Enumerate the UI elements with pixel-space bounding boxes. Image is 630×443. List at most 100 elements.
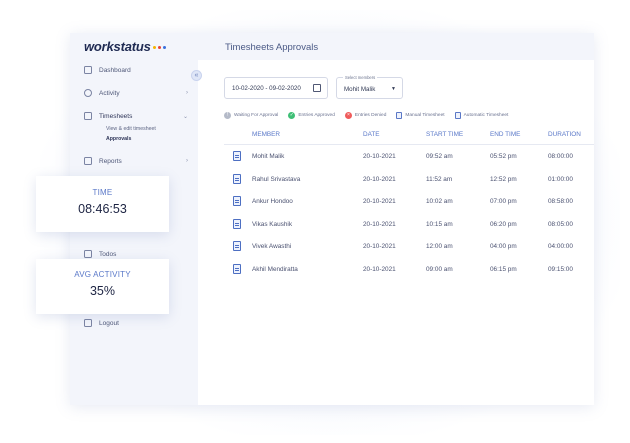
waiting-icon: ! xyxy=(224,112,231,119)
cell-end-time: 12:52 pm xyxy=(490,175,517,183)
column-header-member[interactable]: MEMBER xyxy=(252,131,280,138)
column-header-end-time[interactable]: END TIME xyxy=(490,131,520,138)
cell-member: Akhil Mendiratta xyxy=(252,265,298,273)
sidebar-item-label: Timesheets xyxy=(99,112,133,120)
cross-circle-icon: × xyxy=(344,112,352,119)
legend-item-automatic: Automatic Timesheet xyxy=(454,112,509,119)
time-card: TIME 08:46:53 xyxy=(36,176,169,232)
column-header-start-time[interactable]: START TIME xyxy=(426,131,463,138)
avg-activity-card-value: 35% xyxy=(89,284,116,298)
logo-text: workstatus xyxy=(84,39,151,54)
legend-item-approved: ✓ Entries Approved xyxy=(288,112,335,119)
legend-label: Manual Timesheet xyxy=(405,113,445,118)
chevron-down-icon: ⌄ xyxy=(182,113,188,120)
cell-member: Mohit Malik xyxy=(252,153,285,160)
caret-down-icon: ▼ xyxy=(391,86,396,92)
activity-icon xyxy=(84,89,92,97)
grid-icon xyxy=(84,66,92,74)
logo-dot-yellow xyxy=(152,46,156,50)
timesheet-file-icon[interactable] xyxy=(233,263,241,274)
status-legend: ! Waiting For Approval ✓ Entries Approved … xyxy=(224,112,508,119)
legend-item-denied: × Entries Denied xyxy=(344,112,386,119)
table-row[interactable]: Mohit Malik 20-10-2021 09:52 am 05:52 pm 08:… xyxy=(224,145,594,168)
sidebar-item-activity[interactable]: Activity › xyxy=(84,89,188,97)
sidebar-item-label: Activity xyxy=(99,89,120,97)
avg-activity-card: AVG ACTIVITY 35% xyxy=(36,259,169,314)
logo-dots xyxy=(152,46,166,50)
cell-end-time: 07:00 pm xyxy=(490,198,517,206)
sidebar-item-logout[interactable]: Logout xyxy=(84,319,188,327)
sidebar-subitem-approvals[interactable]: Approvals xyxy=(106,136,131,142)
cell-start-time: 10:02 am xyxy=(426,198,453,206)
timesheet-file-icon[interactable] xyxy=(233,241,241,252)
sidebar-item-dashboard[interactable]: Dashboard xyxy=(84,66,188,74)
manual-timesheet-icon xyxy=(396,112,403,119)
sidebar-subitem-view-edit[interactable]: View & edit timesheet xyxy=(106,126,156,132)
date-range-picker[interactable]: 10-02-2020 - 09-02-2020 xyxy=(224,77,328,99)
cell-start-time: 12:00 am xyxy=(426,243,453,251)
column-header-duration[interactable]: DURATION xyxy=(548,131,581,138)
cell-duration: 04:00:00 xyxy=(548,243,573,251)
avg-activity-card-label: AVG ACTIVITY xyxy=(74,270,131,279)
table-row[interactable]: Ankur Hondoo 20-10-2021 10:02 am 07:00 pm 08… xyxy=(224,190,594,213)
sidebar-item-label: Dashboard xyxy=(99,66,131,74)
cell-duration: 09:15:00 xyxy=(548,265,573,273)
screenshot-stage: workstatus Dashboard Activity › Timeshee… xyxy=(0,0,630,443)
app-logo[interactable]: workstatus xyxy=(84,39,166,54)
report-icon xyxy=(84,157,92,165)
cell-duration: 01:00:00 xyxy=(548,175,573,183)
table-header: MEMBER DATE START TIME END TIME DURATION xyxy=(224,123,594,145)
date-range-value: 10-02-2020 - 09-02-2020 xyxy=(232,85,301,92)
cell-date: 20-10-2021 xyxy=(363,153,396,160)
timesheet-table: MEMBER DATE START TIME END TIME DURATION… xyxy=(224,123,594,281)
automatic-timesheet-icon xyxy=(454,112,461,119)
cell-duration: 08:05:00 xyxy=(548,220,573,228)
timesheet-file-icon[interactable] xyxy=(233,196,241,207)
timesheet-file-icon[interactable] xyxy=(233,218,241,229)
member-select-value: Mohit Malik xyxy=(344,86,376,93)
cell-member: Vikas Kaushik xyxy=(252,220,293,228)
column-header-date[interactable]: DATE xyxy=(363,131,380,138)
table-row[interactable]: Rahul Srivastava 20-10-2021 11:52 am 12:52 … xyxy=(224,168,594,191)
calendar-icon xyxy=(313,84,321,92)
main-content: 10-02-2020 - 09-02-2020 Select members M… xyxy=(198,60,594,405)
table-row[interactable]: Vikas Kaushik 20-10-2021 10:15 am 06:20 pm 0… xyxy=(224,213,594,236)
logo-dot-red xyxy=(157,46,161,50)
cell-end-time: 05:52 pm xyxy=(490,153,517,160)
cell-member: Rahul Srivastava xyxy=(252,175,301,183)
legend-label: Waiting For Approval xyxy=(234,113,279,118)
cell-duration: 08:58:00 xyxy=(548,198,573,206)
table-body: Mohit Malik 20-10-2021 09:52 am 05:52 pm 08:… xyxy=(224,145,594,281)
logo-dot-blue xyxy=(162,46,166,50)
cell-start-time: 10:15 am xyxy=(426,220,453,228)
cell-duration: 08:00:00 xyxy=(548,153,573,160)
time-card-value: 08:46:53 xyxy=(78,202,127,216)
cell-date: 20-10-2021 xyxy=(363,220,396,228)
chevron-right-icon: › xyxy=(186,90,188,96)
cell-date: 20-10-2021 xyxy=(363,175,396,183)
sidebar-item-reports[interactable]: Reports › xyxy=(84,157,188,165)
sidebar-item-label: Logout xyxy=(99,319,119,327)
legend-label: Automatic Timesheet xyxy=(463,113,509,118)
timesheet-file-icon[interactable] xyxy=(233,151,241,161)
sidebar-item-todos[interactable]: Todos xyxy=(84,250,188,258)
legend-label: Entries Approved xyxy=(298,113,335,118)
page-title: Timesheets Approvals xyxy=(225,42,319,53)
cell-start-time: 09:52 am xyxy=(426,153,453,160)
todo-icon xyxy=(84,250,92,258)
sidebar-item-timesheets[interactable]: Timesheets ⌄ xyxy=(84,112,188,120)
timesheet-file-icon[interactable] xyxy=(233,173,241,184)
table-row[interactable]: Vivek Awasthi 20-10-2021 12:00 am 04:00 pm 0… xyxy=(224,235,594,258)
table-row[interactable]: Akhil Mendiratta 20-10-2021 09:00 am 06:15 … xyxy=(224,258,594,281)
cell-date: 20-10-2021 xyxy=(363,243,396,251)
cell-end-time: 06:20 pm xyxy=(490,220,517,228)
chevron-right-icon: › xyxy=(186,158,188,164)
sidebar-item-label: Todos xyxy=(99,250,117,258)
cell-member: Vivek Awasthi xyxy=(252,243,292,251)
sidebar-item-label: Reports xyxy=(99,157,122,165)
cell-end-time: 06:15 pm xyxy=(490,265,517,273)
member-select[interactable]: Select members Mohit Malik ▼ xyxy=(336,75,403,99)
cell-member: Ankur Hondoo xyxy=(252,198,293,206)
cell-end-time: 04:00 pm xyxy=(490,243,517,251)
time-card-label: TIME xyxy=(92,188,113,197)
